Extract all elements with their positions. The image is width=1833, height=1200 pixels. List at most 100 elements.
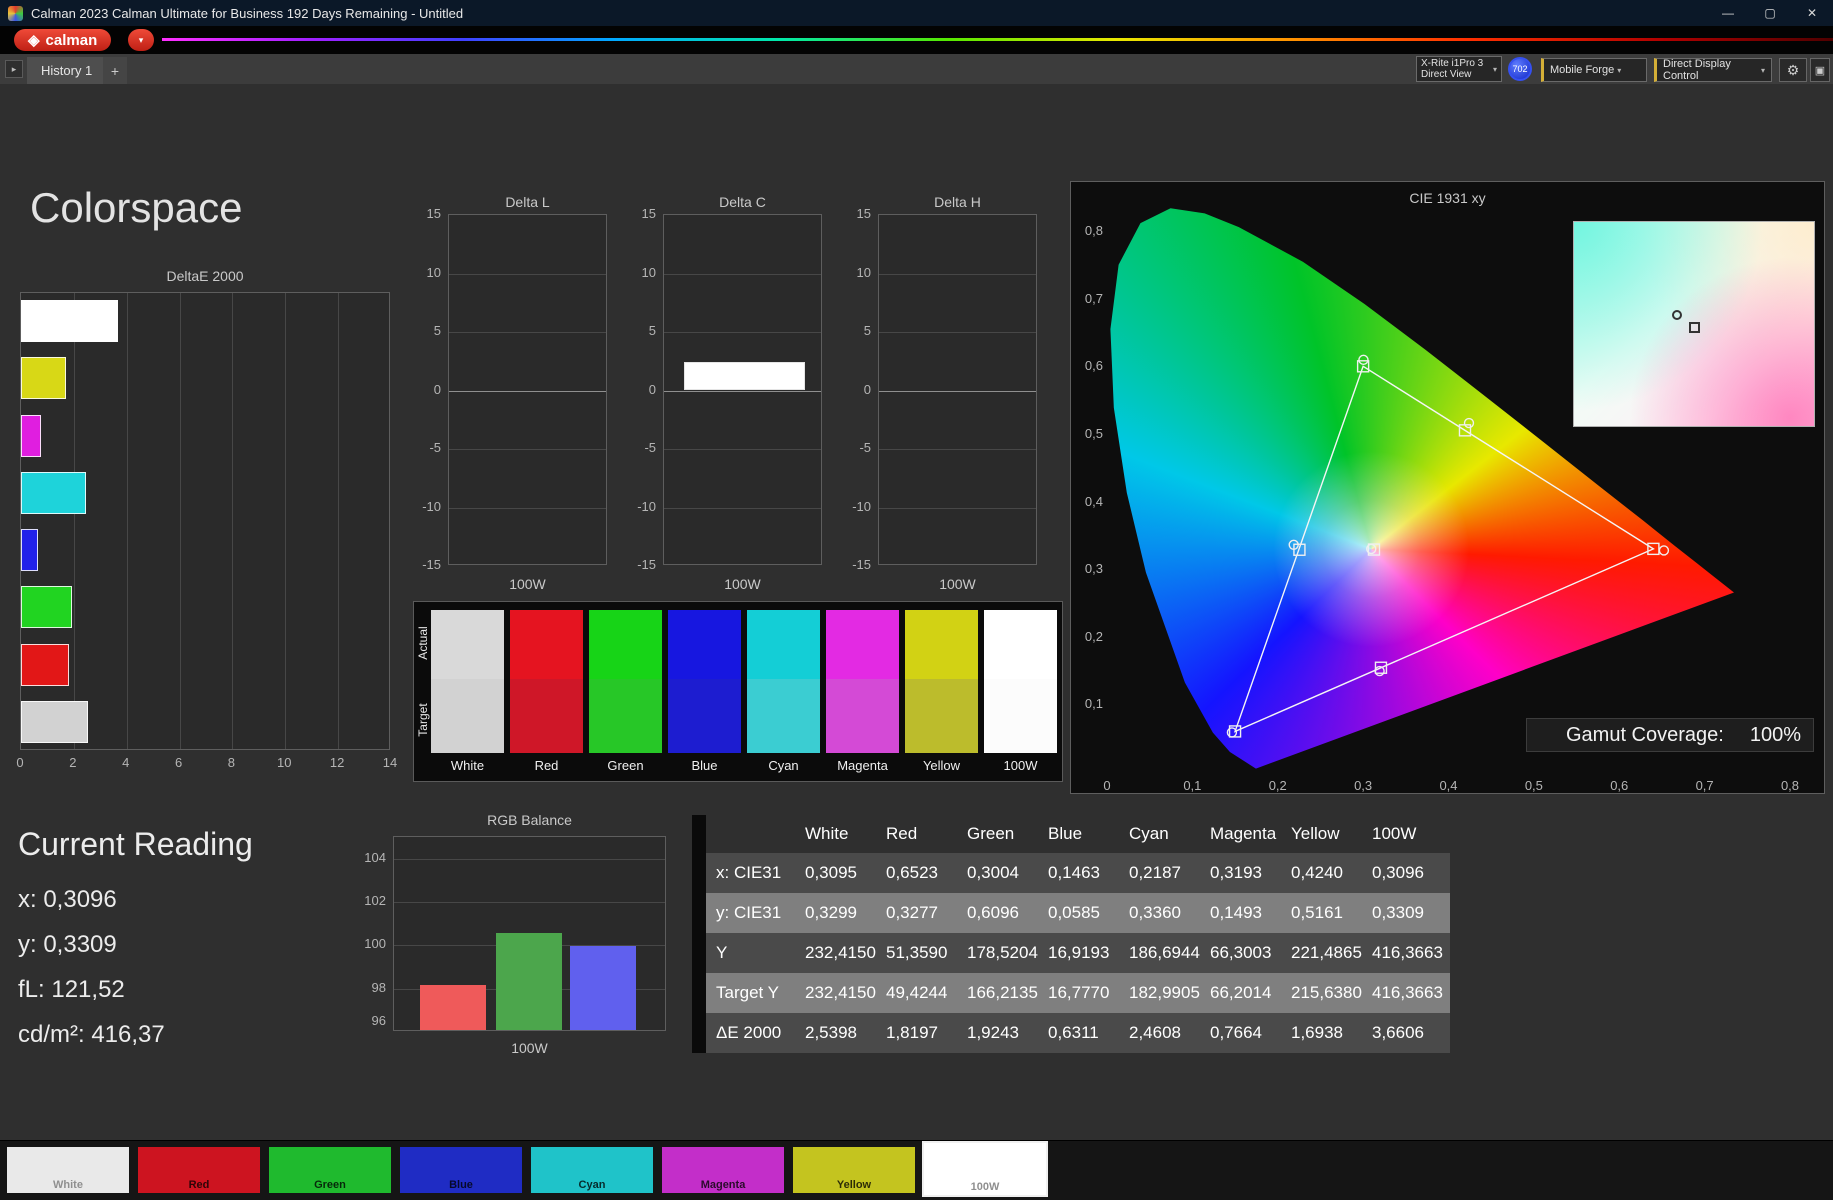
axis-tick-label: -15	[852, 557, 871, 572]
axis-tick-label: 0	[1103, 778, 1111, 793]
app-icon	[8, 5, 23, 21]
patch-button-white[interactable]: White	[7, 1147, 129, 1193]
patch-button-label: Blue	[449, 1179, 473, 1191]
axis-tick-label: 0,5	[1524, 778, 1543, 793]
swatch-target	[826, 678, 899, 753]
axis-tick-label: 102	[364, 893, 386, 908]
measured-marker-blue	[1226, 727, 1238, 738]
axis-tick-label: 5	[648, 323, 656, 338]
chart-title: Delta C	[719, 194, 766, 210]
column-header: Magenta	[1210, 824, 1277, 843]
close-button[interactable]: ✕	[1791, 0, 1833, 26]
gridline	[664, 390, 821, 392]
maximize-button[interactable]: ▢	[1749, 0, 1791, 26]
patch-button-red[interactable]: Red	[138, 1147, 260, 1193]
axis-tick-label: 5	[433, 323, 441, 338]
reading-line: fL: 121,52	[18, 975, 125, 1003]
table-cell: 1,6938	[1291, 1023, 1343, 1042]
gamut-coverage: Gamut Coverage: 100%	[1526, 718, 1814, 752]
patch-button-label: 100W	[970, 1181, 1000, 1193]
table-cell: 2,4608	[1129, 1023, 1181, 1042]
swatch-label: Blue	[691, 758, 718, 773]
meter-dropdown[interactable]: X-Rite i1Pro 3 Direct View ▾	[1416, 56, 1502, 82]
swatch-cyan	[747, 610, 820, 753]
axis-tick-label: 0,6	[1084, 358, 1103, 374]
swatch-label: Yellow	[922, 758, 961, 773]
axis-tick-label: 0,1	[1183, 778, 1202, 793]
gridline	[449, 390, 606, 392]
gridline	[879, 332, 1036, 333]
axis-tick-label: 10	[277, 755, 292, 770]
delta-l-chart: Delta L 100W 15 10 5 0 -5 -10 -15	[407, 194, 617, 604]
add-tab-button[interactable]: +	[103, 57, 127, 84]
meter-label: X-Rite i1Pro 3 Direct View	[1421, 58, 1484, 80]
swatch-magenta	[826, 610, 899, 753]
table-cell: 0,4240	[1291, 863, 1343, 882]
swatch-target	[905, 678, 978, 753]
row-label: ΔE 2000	[716, 1023, 782, 1042]
table-cell: 0,1493	[1210, 903, 1262, 922]
axis-tick-label: 0	[863, 381, 871, 397]
delta-h-plot	[878, 214, 1037, 565]
table-row: Y 232,4150 51,3590 178,5204 16,9193 186,6944 6…	[692, 933, 1450, 973]
current-reading-panel: Current Reading x: 0,3096 y: 0,3309 fL: 12…	[18, 826, 358, 1057]
axis-tick-label: 0,2	[1268, 778, 1287, 793]
rgb-bar-red	[420, 984, 486, 1030]
logo-text: calman	[45, 31, 98, 49]
settings-gear-button[interactable]: ⚙	[1779, 58, 1807, 82]
axis-tick-label: 0,8	[1084, 223, 1103, 239]
axis-tick-label: 100	[364, 936, 386, 952]
deltae-bar-cyan	[21, 471, 86, 514]
table-cell: 186,6944	[1129, 943, 1200, 962]
swatch-white	[431, 610, 504, 753]
window-title: Calman 2023 Calman Ultimate for Business…	[31, 5, 464, 21]
column-header: Red	[886, 824, 918, 843]
source-dropdown[interactable]: Mobile Forge ▾	[1541, 58, 1647, 82]
row-label: y: CIE31	[716, 903, 782, 922]
meter-status-badge[interactable]: 702	[1508, 57, 1532, 81]
patch-button-yellow[interactable]: Yellow	[793, 1147, 915, 1193]
delta-c-plot	[663, 214, 822, 565]
logo-menu-button[interactable]: ▾	[128, 29, 154, 51]
table-cell: 0,6311	[1048, 1023, 1099, 1042]
delta-bar	[684, 362, 805, 391]
patch-button-100w[interactable]: 100W	[922, 1141, 1048, 1197]
table-cell: 416,3663	[1372, 943, 1443, 962]
gamut-coverage-value: 100%	[1749, 723, 1801, 746]
tab-history-1[interactable]: History 1	[27, 57, 107, 84]
axis-tick-label: 0,4	[1084, 493, 1103, 509]
axis-tick-label: 8	[227, 755, 236, 770]
titlebar: Calman 2023 Calman Ultimate for Business…	[0, 0, 1833, 26]
display-control-dropdown[interactable]: Direct Display Control ▾	[1654, 58, 1772, 82]
axis-tick-label: 0	[433, 381, 441, 397]
measured-marker-green	[1358, 354, 1369, 366]
swatch-actual	[668, 610, 741, 679]
gridline	[232, 293, 234, 749]
minimize-button[interactable]: —	[1707, 0, 1749, 26]
axis-tick-label: 15	[641, 206, 656, 221]
patch-button-green[interactable]: Green	[269, 1147, 391, 1193]
chevron-down-icon: ▾	[1617, 65, 1622, 75]
gridline	[449, 449, 606, 450]
gridline	[285, 293, 287, 749]
reading-line: cd/m²: 416,37	[18, 1020, 165, 1048]
swatch-actual	[747, 610, 820, 679]
table-cell: 0,7664	[1210, 1023, 1262, 1042]
table-cell: 0,3299	[805, 903, 857, 922]
table-cell: 232,4150	[805, 943, 876, 962]
chart-title: Delta L	[505, 194, 550, 210]
patch-button-label: Yellow	[836, 1179, 872, 1191]
patch-button-cyan[interactable]: Cyan	[531, 1147, 653, 1193]
table-left-strip	[692, 815, 706, 1053]
patch-button-blue[interactable]: Blue	[400, 1147, 522, 1193]
deltae2000-chart: DeltaE 2000 0 2 4 6 8 10 12 14	[16, 268, 397, 778]
calman-logo: ◈ calman	[14, 29, 112, 51]
table-cell: 0,6523	[886, 863, 938, 882]
table-cell: 66,2014	[1210, 983, 1272, 1002]
patch-button-magenta[interactable]: Magenta	[662, 1147, 784, 1193]
axis-tick-label: 104	[364, 849, 386, 865]
tab-nav-button[interactable]: ▸	[5, 60, 23, 78]
axis-tick-label: 4	[122, 755, 130, 770]
reading-line: x: 0,3096	[18, 885, 117, 913]
layout-button[interactable]: ▣	[1810, 58, 1830, 82]
